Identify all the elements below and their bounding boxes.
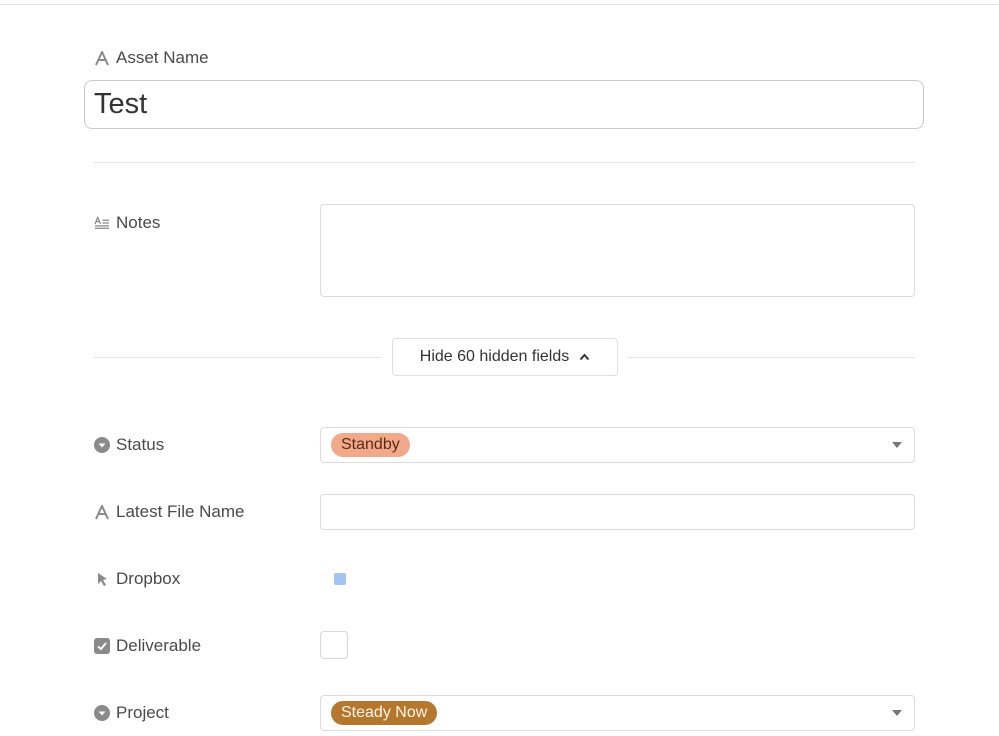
deliverable-label-text: Deliverable bbox=[116, 636, 202, 655]
text-field-icon bbox=[94, 504, 110, 520]
asset-name-label-text: Asset Name bbox=[116, 48, 209, 67]
latest-file-name-label-text: Latest File Name bbox=[116, 502, 245, 521]
hide-hidden-fields-label: Hide 60 hidden fields bbox=[419, 348, 570, 365]
deliverable-checkbox[interactable] bbox=[320, 631, 348, 659]
notes-label: Notes bbox=[94, 213, 160, 233]
asset-name-value: Test bbox=[94, 88, 148, 120]
notes-textarea[interactable] bbox=[320, 204, 915, 297]
status-label-text: Status bbox=[116, 435, 165, 454]
status-pill: Standby bbox=[331, 433, 410, 457]
toggle-divider-right bbox=[627, 357, 915, 358]
hide-hidden-fields-button[interactable]: Hide 60 hidden fields bbox=[392, 338, 618, 376]
status-label: Status bbox=[94, 435, 164, 455]
top-divider bbox=[0, 4, 999, 5]
dropdown-arrow-icon bbox=[892, 442, 902, 448]
toggle-divider-left bbox=[94, 357, 382, 358]
section-divider bbox=[94, 162, 915, 163]
dropbox-label: Dropbox bbox=[94, 569, 180, 589]
project-pill: Steady Now bbox=[331, 701, 438, 725]
long-text-icon bbox=[94, 215, 110, 231]
status-select[interactable]: Standby bbox=[320, 427, 915, 463]
asset-name-input[interactable]: Test bbox=[84, 80, 924, 129]
text-field-icon bbox=[94, 50, 110, 66]
latest-file-name-input[interactable] bbox=[320, 494, 915, 530]
dropdown-arrow-icon bbox=[892, 710, 902, 716]
dropbox-label-text: Dropbox bbox=[116, 569, 181, 588]
project-label: Project bbox=[94, 703, 169, 723]
asset-name-label: Asset Name bbox=[94, 48, 209, 68]
latest-file-name-label: Latest File Name bbox=[94, 502, 245, 522]
chevron-up-icon bbox=[579, 348, 590, 366]
single-select-icon bbox=[94, 437, 110, 453]
project-label-text: Project bbox=[116, 703, 169, 722]
checkbox-icon bbox=[94, 638, 110, 654]
dropbox-button-swatch[interactable] bbox=[334, 573, 346, 585]
deliverable-label: Deliverable bbox=[94, 636, 201, 656]
project-select[interactable]: Steady Now bbox=[320, 695, 915, 731]
single-select-icon bbox=[94, 705, 110, 721]
cursor-arrow-icon bbox=[94, 571, 110, 587]
notes-label-text: Notes bbox=[116, 213, 161, 232]
